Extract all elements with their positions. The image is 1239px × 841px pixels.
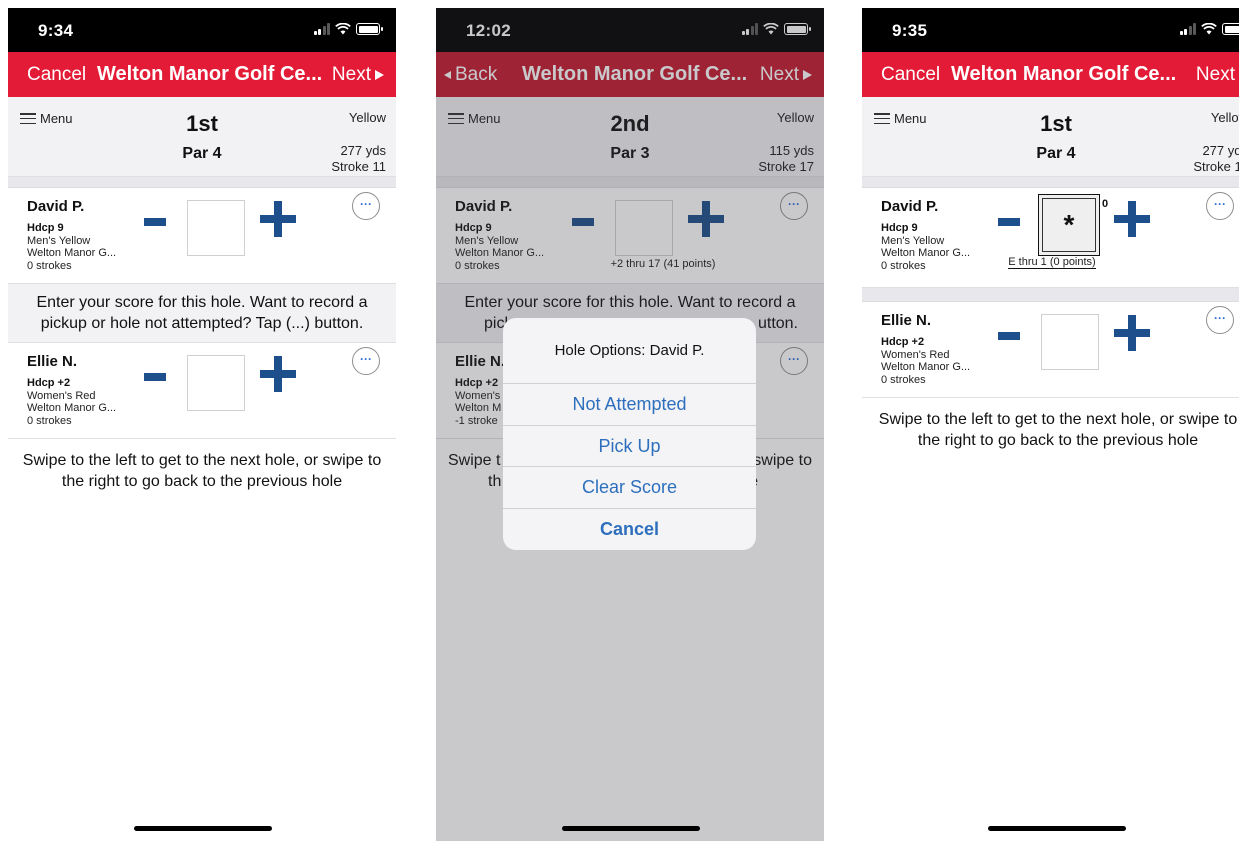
decrement-button[interactable] [144, 218, 166, 226]
hole-yards: 277 yds [1202, 143, 1239, 158]
status-time: 9:35 [892, 21, 928, 40]
player-course: Welton Manor G... [27, 402, 117, 414]
hole-number: 1st [186, 111, 218, 136]
battery-icon [1222, 23, 1239, 35]
swipe-hint: Swipe to the left to get to the next hol… [22, 452, 382, 490]
player-handicap: Hdcp +2 [881, 336, 925, 348]
nav-bar: Cancel Welton Manor Golf Ce... Next [8, 52, 396, 97]
more-options-button[interactable]: ··· [1206, 306, 1234, 334]
player-handicap: Hdcp 9 [881, 222, 918, 234]
hole-yards: 277 yds [340, 143, 386, 158]
nav-title: Welton Manor Golf Ce... [97, 63, 323, 85]
next-label: Next [1195, 64, 1235, 85]
player-handicap: Hdcp +2 [27, 377, 71, 389]
home-indicator[interactable] [988, 826, 1126, 831]
increment-button[interactable] [260, 356, 296, 392]
hole-stroke-index: Stroke 11 [1193, 159, 1239, 174]
more-options-button[interactable]: ··· [1206, 192, 1234, 220]
player-course: Welton Manor G... [881, 247, 971, 259]
tee-color: Yellow [348, 110, 386, 125]
cancel-button[interactable]: Cancel [27, 64, 86, 86]
battery-icon [356, 23, 383, 35]
decrement-button[interactable] [998, 218, 1020, 226]
status-bar: 9:35 [862, 8, 1239, 52]
next-label: Next [331, 64, 371, 85]
player-row-david: David P. Hdcp 9 Men's Yellow Welton Mano… [8, 188, 396, 284]
player-tee: Men's Yellow [27, 235, 91, 247]
score-input[interactable]: * [1038, 194, 1100, 256]
decrement-button[interactable] [998, 332, 1020, 340]
cancel-button[interactable]: Cancel [881, 64, 940, 86]
wifi-icon [335, 23, 351, 35]
next-button[interactable]: Next [332, 64, 384, 86]
player-row-ellie: Ellie N. Hdcp +2 Women's Red Welton Mano… [8, 343, 396, 439]
player-row-david: David P. Hdcp 9 Men's Yellow Welton Mano… [862, 188, 1239, 288]
status-time: 9:34 [38, 21, 74, 40]
wifi-icon [1201, 23, 1217, 35]
score-superscript: 0 [1102, 198, 1109, 210]
dialog-title: Hole Options: David P. [503, 318, 756, 384]
play-right-icon [375, 69, 384, 80]
player-tee: Women's Red [881, 349, 950, 361]
clear-score-button[interactable]: Clear Score [503, 467, 756, 509]
player-course: Welton Manor G... [881, 361, 971, 373]
player-handicap: Hdcp 9 [27, 222, 64, 234]
more-options-button[interactable]: ··· [352, 192, 380, 220]
player-name: Ellie N. [881, 312, 932, 329]
next-button[interactable]: Next [1196, 64, 1239, 86]
more-options-button[interactable]: ··· [352, 347, 380, 375]
nav-bar: Cancel Welton Manor Golf Ce... Next [862, 52, 1239, 97]
hole-options-dialog: Hole Options: David P. Not Attempted Pic… [503, 318, 756, 550]
increment-button[interactable] [1114, 201, 1150, 237]
pick-up-button[interactable]: Pick Up [503, 426, 756, 467]
dialog-cancel-button[interactable]: Cancel [503, 509, 756, 551]
player-tee: Men's Yellow [881, 235, 945, 247]
score-input[interactable] [187, 355, 245, 411]
player-strokes: 0 strokes [27, 260, 72, 272]
score-value: * [1063, 209, 1075, 240]
score-summary: E thru 1 (0 points) [982, 256, 1122, 269]
status-icons [1179, 23, 1239, 35]
signal-icon [1179, 23, 1196, 35]
hole-stroke-index: Stroke 11 [331, 159, 386, 174]
phone-screen-1: 9:34 Cancel Welton Manor Golf Ce... Next… [8, 8, 396, 841]
player-course: Welton Manor G... [27, 247, 117, 259]
player-strokes: 0 strokes [881, 374, 926, 386]
score-summary-text: E thru 1 (0 points) [1008, 256, 1096, 269]
status-icons [313, 23, 383, 35]
player-name: David P. [881, 198, 939, 215]
divider [862, 177, 1239, 188]
player-name: David P. [27, 198, 85, 215]
divider [862, 288, 1239, 302]
divider [8, 177, 396, 188]
player-strokes: 0 strokes [27, 415, 72, 427]
player-strokes: 0 strokes [881, 260, 926, 272]
player-tee: Women's Red [27, 390, 96, 402]
hole-header: Menu 1st Par 4 Yellow 277 yds Stroke 11 [8, 97, 396, 177]
decrement-button[interactable] [144, 373, 166, 381]
increment-button[interactable] [1114, 315, 1150, 351]
score-input[interactable] [187, 200, 245, 256]
home-indicator[interactable] [134, 826, 272, 831]
increment-button[interactable] [260, 201, 296, 237]
hole-header: Menu 1st Par 4 Yellow 277 yds Stroke 11 [862, 97, 1239, 177]
hole-number: 1st [1040, 111, 1072, 136]
score-input[interactable] [1041, 314, 1099, 370]
phone-screen-2: 12:02 Back Welton Manor Golf Ce... Next … [436, 8, 824, 841]
signal-icon [313, 23, 330, 35]
player-name: Ellie N. [27, 353, 78, 370]
nav-title: Welton Manor Golf Ce... [951, 63, 1177, 85]
swipe-hint: Swipe to the left to get to the next hol… [878, 411, 1238, 449]
status-bar: 9:34 [8, 8, 396, 52]
hole-par: Par 4 [1036, 145, 1076, 162]
score-instructions: Enter your score for this hole. Want to … [8, 284, 396, 343]
not-attempted-button[interactable]: Not Attempted [503, 384, 756, 426]
home-indicator[interactable] [562, 826, 700, 831]
tee-color: Yellow [1210, 110, 1239, 125]
player-row-ellie: Ellie N. Hdcp +2 Women's Red Welton Mano… [862, 302, 1239, 398]
phone-screen-3: 9:35 Cancel Welton Manor Golf Ce... Next… [862, 8, 1239, 841]
